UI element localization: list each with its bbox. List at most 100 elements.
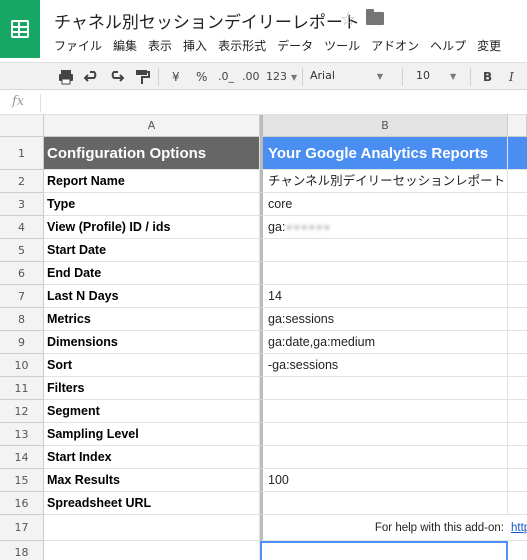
cell-b[interactable]: core: [260, 193, 508, 216]
menu-edit[interactable]: 編集: [113, 37, 137, 55]
row-header[interactable]: 5: [0, 239, 44, 262]
cell-a[interactable]: Max Results: [44, 469, 260, 492]
cell-c[interactable]: [508, 193, 527, 216]
cell-b[interactable]: [260, 400, 508, 423]
cell-c[interactable]: [508, 262, 527, 285]
row-header[interactable]: 6: [0, 262, 44, 285]
row-header[interactable]: 9: [0, 331, 44, 354]
cell-c[interactable]: [508, 400, 527, 423]
cell-a[interactable]: Spreadsheet URL: [44, 492, 260, 515]
cell-a[interactable]: Metrics: [44, 308, 260, 331]
number-format-dropdown[interactable]: 123 ▼: [266, 69, 297, 85]
cell-b[interactable]: [260, 541, 508, 560]
cell-c[interactable]: [508, 354, 527, 377]
row-header[interactable]: 7: [0, 285, 44, 308]
column-header-c[interactable]: [508, 115, 527, 137]
cell-a[interactable]: Start Date: [44, 239, 260, 262]
cell-c[interactable]: [508, 170, 527, 193]
row-header[interactable]: 13: [0, 423, 44, 446]
cell-b[interactable]: -ga:sessions: [260, 354, 508, 377]
cell-b[interactable]: [260, 492, 508, 515]
cell-c[interactable]: [508, 446, 527, 469]
help-link[interactable]: http: [508, 515, 527, 541]
cell-b[interactable]: [260, 446, 508, 469]
menu-help[interactable]: ヘルプ: [430, 37, 466, 55]
row-header[interactable]: 17: [0, 515, 44, 541]
cell-c[interactable]: [508, 331, 527, 354]
menu-changes[interactable]: 変更: [477, 37, 501, 55]
star-icon[interactable]: ☆: [340, 9, 356, 30]
bold-button[interactable]: B: [483, 69, 492, 85]
font-size-dropdown[interactable]: 10 ▼: [416, 69, 466, 85]
paint-format-icon[interactable]: [134, 69, 150, 85]
cell-b[interactable]: [260, 377, 508, 400]
cell-c[interactable]: [508, 137, 527, 170]
sheets-logo-icon[interactable]: [0, 0, 40, 58]
cell-a[interactable]: Report Name: [44, 170, 260, 193]
row-header[interactable]: 2: [0, 170, 44, 193]
cell-a[interactable]: End Date: [44, 262, 260, 285]
cell-b[interactable]: ga:●●●●●●: [260, 216, 508, 239]
menu-addons[interactable]: アドオン: [371, 37, 419, 55]
increase-decimal-button[interactable]: .00: [242, 69, 260, 85]
cell-a[interactable]: Start Index: [44, 446, 260, 469]
row-header[interactable]: 3: [0, 193, 44, 216]
cell-a[interactable]: Configuration Options: [44, 137, 260, 170]
cell-c[interactable]: [508, 216, 527, 239]
row-header[interactable]: 1: [0, 137, 44, 170]
cell-c[interactable]: [508, 423, 527, 446]
column-header-b[interactable]: B: [260, 115, 508, 137]
menu-view[interactable]: 表示: [148, 37, 172, 55]
document-title[interactable]: チャネル別セッションデイリーレポート: [54, 8, 360, 33]
row-header[interactable]: 4: [0, 216, 44, 239]
font-family-dropdown[interactable]: Arial ▼: [310, 69, 390, 85]
cell-b[interactable]: ga:date,ga:medium: [260, 331, 508, 354]
cell-a[interactable]: Last N Days: [44, 285, 260, 308]
row-header[interactable]: 10: [0, 354, 44, 377]
cell-b[interactable]: チャンネル別デイリーセッションレポート: [260, 170, 508, 193]
row-header[interactable]: 12: [0, 400, 44, 423]
menu-file[interactable]: ファイル: [54, 37, 102, 55]
cell-c[interactable]: [508, 469, 527, 492]
row-header[interactable]: 18: [0, 541, 44, 560]
cell-a[interactable]: Segment: [44, 400, 260, 423]
cell-b[interactable]: For help with this add-on:: [260, 515, 508, 541]
column-header-a[interactable]: A: [44, 115, 260, 137]
menu-format[interactable]: 表示形式: [218, 37, 266, 55]
cell-a[interactable]: Sampling Level: [44, 423, 260, 446]
menu-data[interactable]: データ: [277, 37, 313, 55]
percent-format-button[interactable]: %: [196, 69, 207, 85]
menu-insert[interactable]: 挿入: [183, 37, 207, 55]
cell-a[interactable]: [44, 515, 260, 541]
select-all-corner[interactable]: [0, 115, 44, 137]
cell-a[interactable]: Dimensions: [44, 331, 260, 354]
cell-a[interactable]: Filters: [44, 377, 260, 400]
italic-button[interactable]: I: [509, 69, 514, 85]
row-header[interactable]: 15: [0, 469, 44, 492]
cell-b[interactable]: ga:sessions: [260, 308, 508, 331]
cell-b[interactable]: [260, 239, 508, 262]
cell-b[interactable]: 14: [260, 285, 508, 308]
cell-c[interactable]: [508, 541, 527, 560]
cell-b[interactable]: [260, 423, 508, 446]
cell-b[interactable]: Your Google Analytics Reports: [260, 137, 508, 170]
cell-c[interactable]: [508, 308, 527, 331]
print-icon[interactable]: [58, 69, 74, 85]
redo-icon[interactable]: [108, 69, 124, 85]
row-header[interactable]: 16: [0, 492, 44, 515]
cell-c[interactable]: [508, 239, 527, 262]
cell-c[interactable]: [508, 377, 527, 400]
cell-c[interactable]: [508, 285, 527, 308]
row-header[interactable]: 8: [0, 308, 44, 331]
cell-a[interactable]: [44, 541, 260, 560]
cell-c[interactable]: [508, 492, 527, 515]
row-header[interactable]: 11: [0, 377, 44, 400]
cell-a[interactable]: Type: [44, 193, 260, 216]
currency-format-button[interactable]: ¥: [172, 69, 180, 85]
undo-icon[interactable]: [84, 69, 100, 85]
cell-b[interactable]: [260, 262, 508, 285]
cell-a[interactable]: View (Profile) ID / ids: [44, 216, 260, 239]
menu-tools[interactable]: ツール: [324, 37, 360, 55]
cell-a[interactable]: Sort: [44, 354, 260, 377]
row-header[interactable]: 14: [0, 446, 44, 469]
